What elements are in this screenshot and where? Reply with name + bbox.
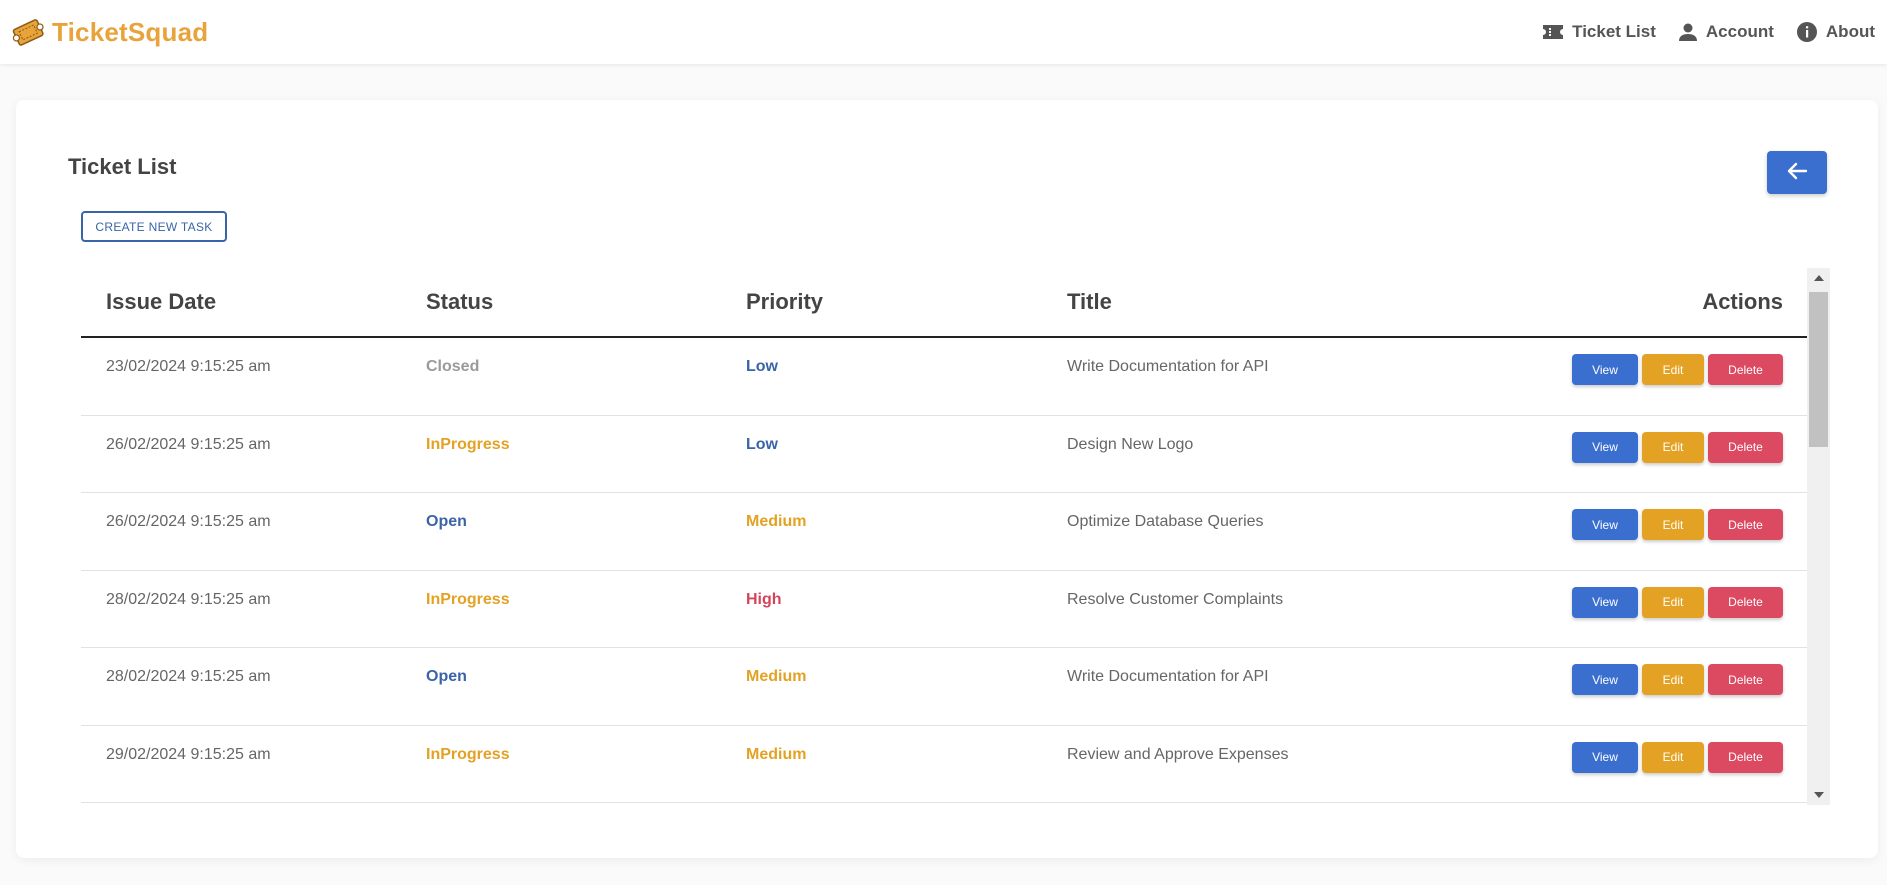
status-cell: InProgress — [426, 590, 510, 608]
table-body: 23/02/2024 9:15:25 am Closed Low Write D… — [81, 338, 1807, 803]
row-actions: View Edit Delete — [1572, 431, 1783, 463]
delete-button[interactable]: Delete — [1708, 664, 1783, 695]
brand-logo-link[interactable]: TicketSquad — [12, 16, 208, 48]
issue-date-cell: 29/02/2024 9:15:25 am — [106, 745, 271, 763]
delete-button[interactable]: Delete — [1708, 741, 1783, 773]
delete-button[interactable]: Delete — [1708, 431, 1783, 463]
edit-button[interactable]: Edit — [1642, 431, 1704, 463]
priority-cell: High — [746, 590, 782, 608]
row-actions: View Edit Delete — [1572, 509, 1783, 540]
edit-button[interactable]: Edit — [1642, 664, 1704, 695]
issue-date-cell: 28/02/2024 9:15:25 am — [106, 668, 271, 685]
column-header-issue-date[interactable]: Issue Date — [106, 289, 216, 315]
column-header-title[interactable]: Title — [1067, 289, 1112, 315]
table-row: 28/02/2024 9:15:25 am Open Medium Write … — [81, 648, 1807, 726]
view-button[interactable]: View — [1572, 741, 1638, 773]
scrollbar-thumb[interactable] — [1809, 292, 1828, 447]
create-new-task-button[interactable]: CREATE NEW TASK — [81, 211, 227, 242]
table-row: 23/02/2024 9:15:25 am Closed Low Write D… — [81, 338, 1807, 416]
issue-date-cell: 23/02/2024 9:15:25 am — [106, 358, 271, 375]
title-cell: Review and Approve Expenses — [1067, 745, 1289, 763]
column-header-priority[interactable]: Priority — [746, 289, 823, 315]
table-row: 26/02/2024 9:15:25 am Open Medium Optimi… — [81, 493, 1807, 571]
view-button[interactable]: View — [1572, 431, 1638, 463]
issue-date-cell: 26/02/2024 9:15:25 am — [106, 435, 271, 453]
scroll-up-arrow-icon[interactable] — [1807, 268, 1830, 288]
row-actions: View Edit Delete — [1572, 354, 1783, 385]
edit-button[interactable]: Edit — [1642, 509, 1704, 540]
nav-label: Account — [1705, 22, 1774, 41]
ticket-table-container: Issue Date Status Priority Title Actions… — [81, 268, 1830, 805]
table-row: 28/02/2024 9:15:25 am InProgress High Re… — [81, 571, 1807, 648]
nav-item-account[interactable]: Account — [1678, 22, 1774, 42]
edit-button[interactable]: Edit — [1642, 741, 1704, 773]
issue-date-cell: 26/02/2024 9:15:25 am — [106, 513, 271, 530]
title-cell: Optimize Database Queries — [1067, 513, 1264, 530]
column-header-actions: Actions — [1702, 289, 1783, 314]
status-cell: InProgress — [426, 435, 510, 453]
view-button[interactable]: View — [1572, 664, 1638, 695]
priority-cell: Medium — [746, 745, 807, 763]
ticket-list-card: Ticket List CREATE NEW TASK Issue Date S… — [16, 100, 1878, 858]
nav-item-ticket-list[interactable]: Ticket List — [1542, 22, 1656, 42]
priority-cell: Low — [746, 358, 778, 375]
scroll-down-arrow-icon[interactable] — [1807, 785, 1830, 805]
priority-cell: Low — [746, 435, 778, 453]
view-button[interactable]: View — [1572, 354, 1638, 385]
status-cell: Closed — [426, 358, 480, 375]
ticket-logo-icon — [12, 16, 44, 48]
page-title: Ticket List — [68, 154, 177, 179]
info-icon — [1796, 21, 1818, 43]
person-icon — [1678, 22, 1698, 42]
nav-item-about[interactable]: About — [1796, 21, 1875, 43]
ticket-table: Issue Date Status Priority Title Actions… — [81, 268, 1807, 803]
top-nav: Ticket List Account About — [1542, 21, 1875, 43]
table-row: 29/02/2024 9:15:25 am InProgress Medium … — [81, 726, 1807, 803]
status-cell: Open — [426, 668, 467, 685]
delete-button[interactable]: Delete — [1708, 509, 1783, 540]
issue-date-cell: 28/02/2024 9:15:25 am — [106, 590, 271, 608]
row-actions: View Edit Delete — [1572, 741, 1783, 773]
top-app-bar: TicketSquad Ticket List Account About — [0, 0, 1887, 64]
back-button[interactable] — [1767, 151, 1827, 194]
title-cell: Write Documentation for API — [1067, 358, 1269, 375]
table-header-row: Issue Date Status Priority Title Actions — [81, 268, 1807, 338]
ticket-icon — [1542, 23, 1564, 41]
arrow-left-icon — [1786, 161, 1808, 184]
column-header-status[interactable]: Status — [426, 289, 493, 315]
priority-cell: Medium — [746, 513, 807, 530]
status-cell: InProgress — [426, 745, 510, 763]
edit-button[interactable]: Edit — [1642, 354, 1704, 385]
title-cell: Design New Logo — [1067, 435, 1194, 453]
view-button[interactable]: View — [1572, 509, 1638, 540]
title-cell: Write Documentation for API — [1067, 668, 1269, 685]
vertical-scrollbar[interactable] — [1807, 268, 1830, 805]
brand-name: TicketSquad — [52, 16, 209, 47]
nav-label: Ticket List — [1572, 22, 1656, 41]
nav-label: About — [1825, 22, 1875, 41]
delete-button[interactable]: Delete — [1708, 586, 1783, 618]
edit-button[interactable]: Edit — [1642, 586, 1704, 618]
title-cell: Resolve Customer Complaints — [1067, 590, 1284, 608]
table-row: 26/02/2024 9:15:25 am InProgress Low Des… — [81, 416, 1807, 493]
row-actions: View Edit Delete — [1572, 664, 1783, 695]
view-button[interactable]: View — [1572, 586, 1638, 618]
status-cell: Open — [426, 513, 467, 530]
priority-cell: Medium — [746, 668, 807, 685]
delete-button[interactable]: Delete — [1708, 354, 1783, 385]
row-actions: View Edit Delete — [1572, 586, 1783, 618]
